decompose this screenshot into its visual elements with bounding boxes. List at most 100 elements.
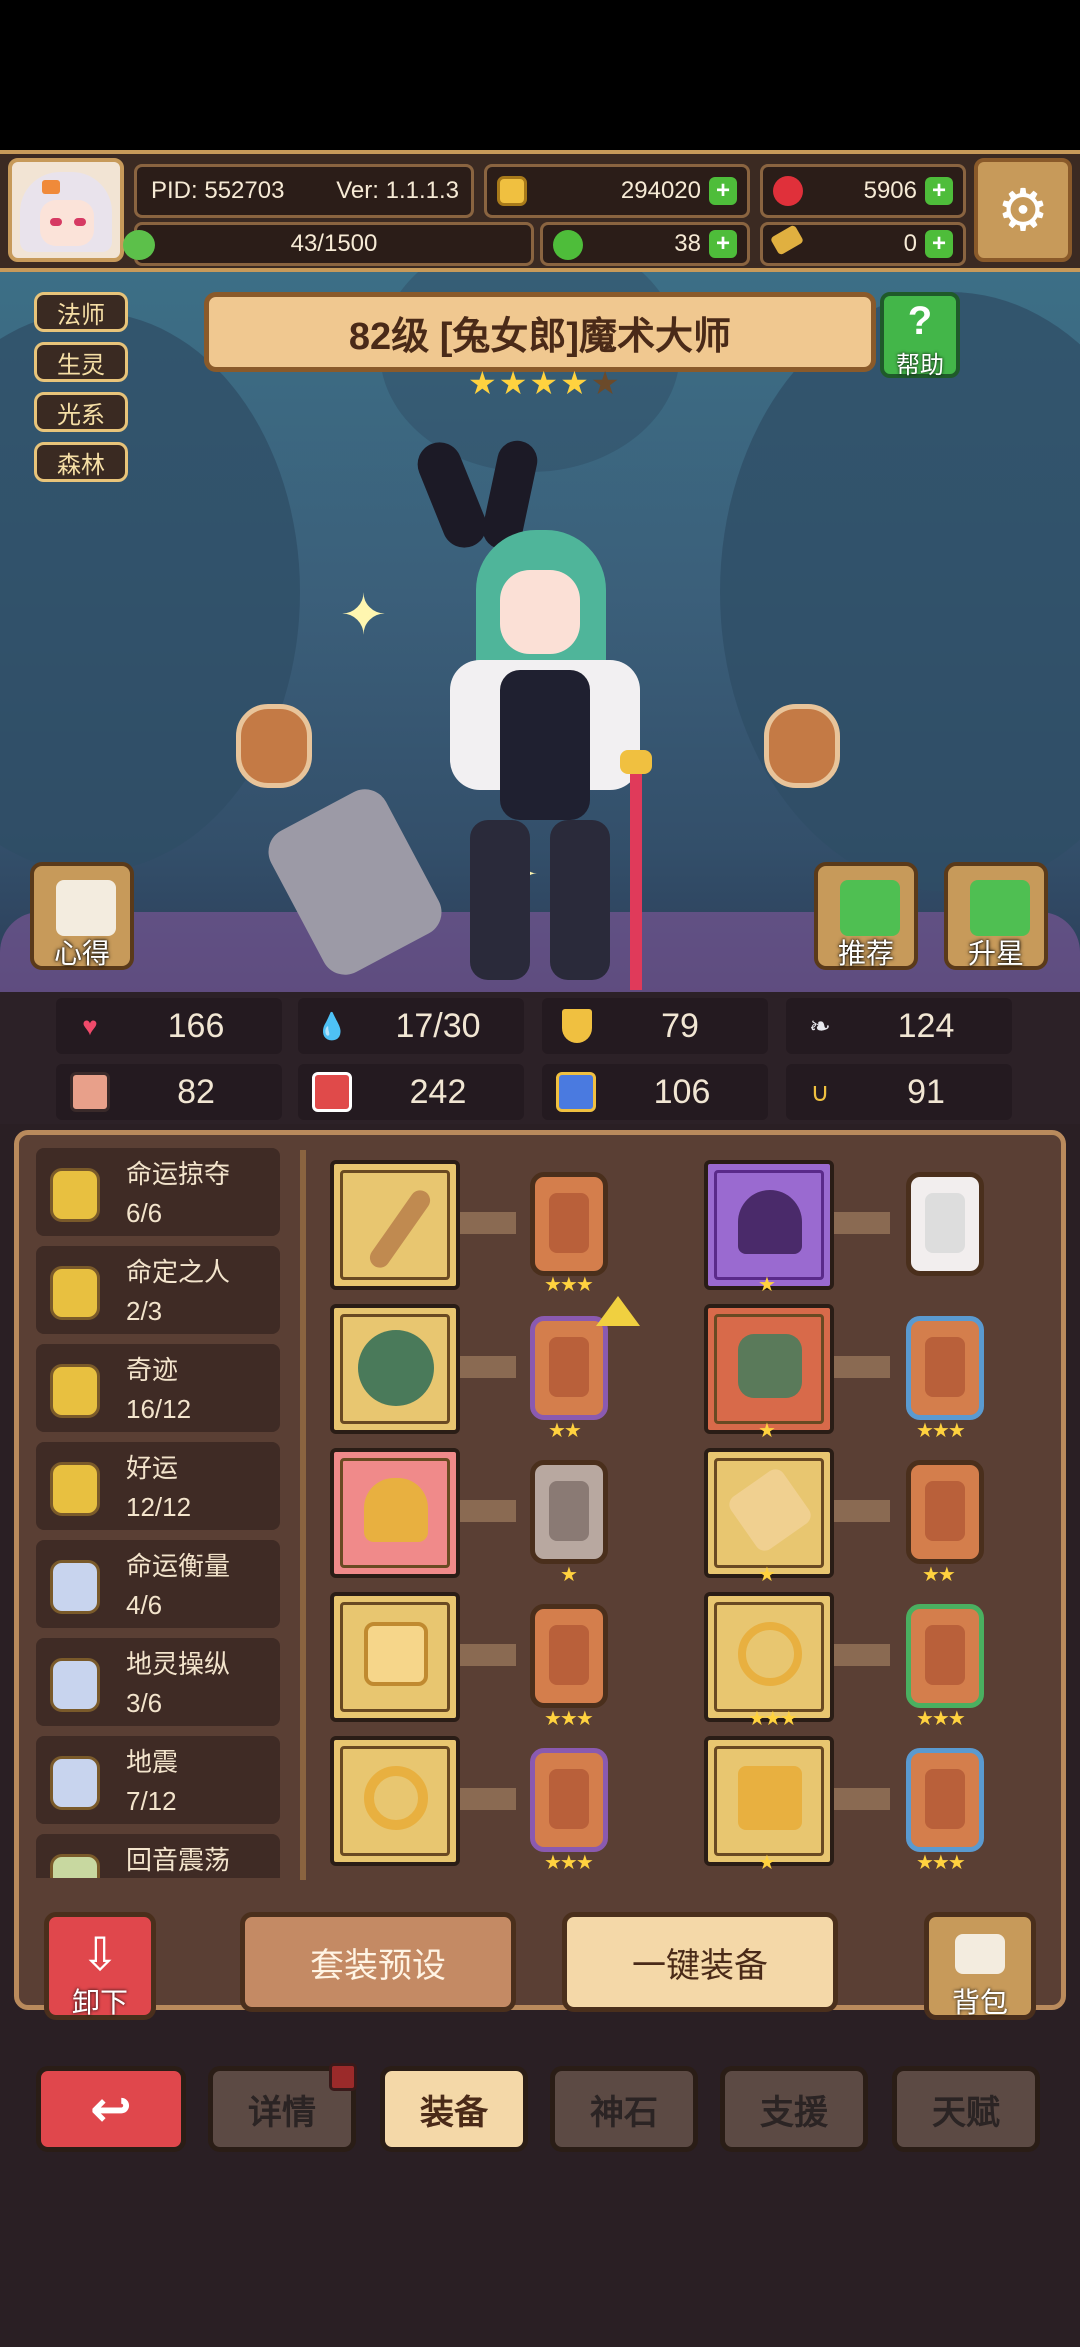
tab-support-label: 支援 [760, 2093, 828, 2132]
key-counter: 0 + [760, 222, 966, 266]
stat-luck-value: 91 [907, 1072, 945, 1111]
tab-details[interactable]: 详情 [208, 2063, 357, 2152]
gold-emblem-icon [50, 1266, 100, 1320]
tab-support[interactable]: 支援 [720, 2066, 868, 2152]
stat-speed: ❧ 124 [786, 998, 1012, 1054]
help-button[interactable]: ? 帮助 [880, 292, 960, 379]
tab-godstone-label: 神石 [590, 2093, 658, 2132]
equip-slot-scroll[interactable] [704, 1448, 834, 1578]
set-bonus-list[interactable]: 命运掠夺 6/6 命定之人 2/3 奇迹 16/12 好运 12/12 命运衡量… [36, 1148, 286, 1878]
equip-slot-orb[interactable] [330, 1304, 460, 1434]
tips-button[interactable]: 心得 [30, 862, 134, 970]
recommend-button[interactable]: 推荐 [814, 862, 918, 970]
stat-resist: 106 [542, 1064, 768, 1120]
set-name: 回音震荡 [126, 1845, 231, 1875]
settings-gear-icon[interactable]: ⚙ [974, 158, 1072, 262]
fist-icon [70, 1072, 110, 1112]
add-gold-button[interactable]: + [709, 177, 737, 205]
back-arrow-icon: ↩ [90, 2081, 132, 2137]
auto-equip-button[interactable]: 一键装备 [562, 1912, 838, 2012]
gold-emblem-icon [50, 1168, 100, 1222]
add-clover-button[interactable]: + [709, 230, 737, 258]
set-count: 4/6 [126, 1590, 163, 1620]
rune-socket[interactable] [530, 1460, 608, 1564]
set-item[interactable]: 好运 12/12 [36, 1442, 280, 1530]
silver-emblem-icon [50, 1560, 100, 1614]
set-item[interactable]: 地震 7/12 [36, 1736, 280, 1824]
stat-hp: ♥ 166 [56, 998, 282, 1054]
cloak-icon [738, 1334, 802, 1398]
hero-title: 82级 [兔女郎]魔术大师 [348, 315, 732, 358]
stat-mana: 💧 17/30 [298, 998, 524, 1054]
star-badge-icon [970, 880, 1030, 936]
set-item[interactable]: 奇迹 16/12 [36, 1344, 280, 1432]
equip-slot-hat[interactable] [704, 1160, 834, 1290]
preset-button[interactable]: 套装预设 [240, 1912, 516, 2012]
bag-label: 背包 [951, 1987, 1008, 2018]
equip-slot-circlet[interactable] [704, 1592, 834, 1722]
rune-socket[interactable] [530, 1748, 608, 1852]
gold-counter: 294020 + [484, 164, 750, 218]
rune-socket[interactable] [530, 1604, 608, 1708]
skill-rune-icon[interactable] [764, 704, 840, 788]
tips-label: 心得 [53, 938, 110, 969]
pid-version-bar: PID: 552703 Ver: 1.1.1.3 [134, 164, 474, 218]
player-avatar[interactable] [8, 158, 124, 262]
boots-icon [738, 1766, 802, 1830]
rune-socket[interactable] [530, 1172, 608, 1276]
water-drop-icon: 💧 [315, 1010, 349, 1041]
tag-class: 法师 [34, 292, 128, 332]
stat-hp-value: 166 [167, 1006, 225, 1045]
rune-socket[interactable] [530, 1316, 608, 1420]
add-key-button[interactable]: + [925, 230, 953, 258]
set-count: 12/12 [126, 1492, 192, 1522]
hero-title-banner: 82级 [兔女郎]魔术大师 [204, 292, 876, 372]
set-name: 地震 [126, 1747, 179, 1777]
equip-slot-cloak[interactable] [704, 1304, 834, 1434]
preset-label: 套装预设 [310, 1946, 446, 1985]
add-ruby-button[interactable]: + [925, 177, 953, 205]
equip-slot-weapon[interactable] [330, 1160, 460, 1290]
clover-value: 38 [674, 230, 701, 257]
tag-terrain: 森林 [34, 442, 128, 482]
equip-slot-necklace[interactable] [330, 1448, 460, 1578]
ruby-icon [773, 176, 803, 206]
upstar-label: 升星 [967, 938, 1024, 969]
tab-godstone[interactable]: 神石 [550, 2066, 698, 2152]
bag-button[interactable]: 背包 [924, 1912, 1036, 2020]
skill-rune-icon[interactable] [236, 704, 312, 788]
version-label: Ver: 1.1.1.3 [336, 177, 459, 204]
upgrade-arrow-icon [596, 1296, 640, 1326]
set-item[interactable]: 命定之人 2/3 [36, 1246, 280, 1334]
equip-slot-armor[interactable] [330, 1592, 460, 1722]
stamina-value: 43/1500 [290, 230, 378, 257]
set-item[interactable]: 命运掠夺 6/6 [36, 1148, 280, 1236]
tips-icon [56, 880, 116, 936]
set-name: 好运 [126, 1453, 179, 1483]
rune-socket[interactable] [906, 1172, 984, 1276]
tab-talent[interactable]: 天赋 [892, 2066, 1040, 2152]
circlet-icon [738, 1622, 802, 1686]
stamina-icon [123, 230, 155, 260]
tab-details-label: 详情 [248, 2093, 316, 2132]
panel-divider [300, 1150, 306, 1880]
stat-attack-value: 82 [177, 1072, 215, 1111]
upgrade-star-button[interactable]: 升星 [944, 862, 1048, 970]
unequip-button[interactable]: ⇩ 卸下 [44, 1912, 156, 2020]
set-item[interactable]: 命运衡量 4/6 [36, 1540, 280, 1628]
key-value: 0 [903, 230, 917, 257]
rune-socket[interactable] [906, 1316, 984, 1420]
set-item[interactable]: 回音震荡 [36, 1834, 280, 1878]
pid-label: PID: 552703 [151, 177, 285, 204]
rune-socket[interactable] [906, 1748, 984, 1852]
set-item[interactable]: 地灵操纵 3/6 [36, 1638, 280, 1726]
equip-slot-boots[interactable] [704, 1736, 834, 1866]
auto-equip-label: 一键装备 [632, 1946, 768, 1985]
rune-socket[interactable] [906, 1604, 984, 1708]
equip-slot-ring[interactable] [330, 1736, 460, 1866]
rune-socket[interactable] [906, 1460, 984, 1564]
stat-mana-value: 17/30 [395, 1006, 481, 1045]
tab-equipment[interactable]: 装备 [380, 2066, 528, 2152]
back-button[interactable]: ↩ [36, 2066, 186, 2152]
wing-icon: ❧ [809, 1010, 831, 1041]
